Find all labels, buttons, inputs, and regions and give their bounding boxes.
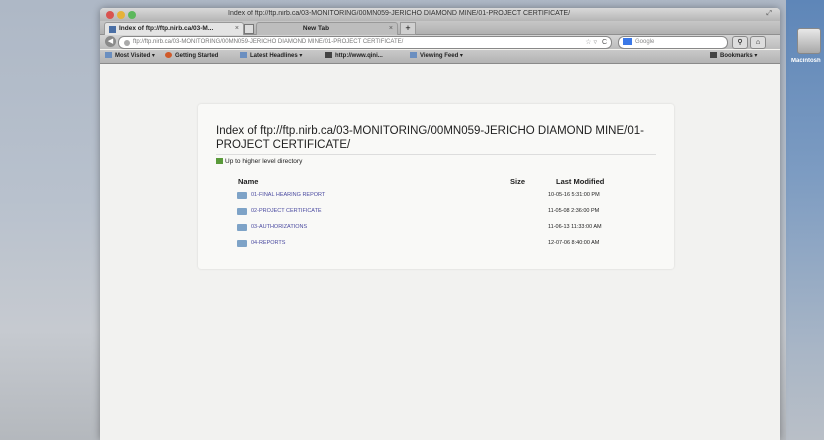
up-directory-link[interactable]: Up to higher level directory <box>216 158 302 165</box>
column-header-size: Size <box>510 177 526 186</box>
close-window-button[interactable] <box>106 11 114 19</box>
bookmarks-toolbar: Most Visited ▾ Getting Started Latest He… <box>100 50 780 64</box>
folder-link[interactable]: 04-REPORTS <box>251 240 285 246</box>
bookmark-latest-headlines[interactable]: Latest Headlines ▾ <box>240 50 302 63</box>
last-modified-value: 11-06-13 11:33:00 AM <box>548 224 602 230</box>
site-identity-icon[interactable] <box>124 39 130 46</box>
page-favicon-icon <box>109 25 116 33</box>
reload-icon[interactable]: C <box>602 37 607 48</box>
folder-link[interactable]: 03-AUTHORIZATIONS <box>251 224 307 230</box>
up-directory-icon <box>216 158 223 165</box>
bookmark-qini[interactable]: http://www.qini... <box>325 50 383 63</box>
folder-link[interactable]: 02-PROJECT CERTIFICATE <box>251 208 322 214</box>
google-icon[interactable] <box>623 37 632 45</box>
tab-label: Index of ftp://ftp.nirb.ca/03-M... <box>119 25 214 32</box>
blank-favicon-icon <box>244 24 254 34</box>
table-row: 02-PROJECT CERTIFICATE 11-05-08 2:36:00 … <box>198 207 674 219</box>
close-tab-icon[interactable]: × <box>389 23 393 35</box>
tab-ftp-index[interactable]: Index of ftp://ftp.nirb.ca/03-M... × <box>104 22 244 35</box>
bookmark-label: Most Visited ▾ <box>115 53 155 59</box>
folder-icon[interactable] <box>237 192 247 199</box>
table-row: 01-FINAL HEARING REPORT 10-05-16 5:31:00… <box>198 191 674 203</box>
bookmark-star-icon[interactable]: ☆ ▿ <box>585 37 597 48</box>
bookmark-label: Viewing Feed ▾ <box>420 53 463 59</box>
tab-bar: Index of ftp://ftp.nirb.ca/03-M... × New… <box>100 21 780 35</box>
title-bar[interactable]: Index of ftp://ftp.nirb.ca/03-MONITORING… <box>100 8 780 21</box>
new-tab-button[interactable]: + <box>400 22 416 35</box>
folder-icon[interactable] <box>237 224 247 231</box>
column-header-last-modified: Last Modified <box>556 177 605 186</box>
zoom-window-button[interactable] <box>128 11 136 19</box>
folder-icon[interactable] <box>237 208 247 215</box>
close-tab-icon[interactable]: × <box>235 23 239 35</box>
bookmarks-icon <box>710 52 717 59</box>
directory-listing-panel: Index of ftp://ftp.nirb.ca/03-MONITORING… <box>198 104 674 269</box>
desktop-background <box>786 0 824 440</box>
bookmark-viewing-feed[interactable]: Viewing Feed ▾ <box>410 50 463 63</box>
bookmark-most-visited[interactable]: Most Visited ▾ <box>105 50 155 63</box>
fullscreen-icon[interactable]: ⤢ <box>766 10 772 18</box>
bookmark-label: Latest Headlines ▾ <box>250 53 303 59</box>
search-placeholder: Google <box>635 39 655 45</box>
rss-folder-icon <box>410 52 417 59</box>
bookmarks-menu[interactable]: Bookmarks ▾ <box>710 50 757 63</box>
window-title: Index of ftp://ftp.nirb.ca/03-MONITORING… <box>228 10 571 17</box>
firefox-icon <box>165 52 172 59</box>
search-input[interactable]: Google <box>618 36 728 49</box>
navigation-bar: ◀ ftp://ftp.nirb.ca/03-MONITORING/00MN05… <box>100 35 780 49</box>
back-button[interactable]: ◀ <box>105 36 116 47</box>
minimize-window-button[interactable] <box>117 11 125 19</box>
browser-window: Index of ftp://ftp.nirb.ca/03-MONITORING… <box>100 8 780 440</box>
table-row: 03-AUTHORIZATIONS 11-06-13 11:33:00 AM <box>198 223 674 235</box>
last-modified-value: 11-05-08 2:36:00 PM <box>548 208 600 214</box>
hard-drive-icon[interactable] <box>797 28 821 54</box>
bookmark-label: Getting Started <box>175 53 219 59</box>
url-text[interactable]: ftp://ftp.nirb.ca/03-MONITORING/00MN059-… <box>133 37 553 48</box>
search-icon[interactable]: ⚲ <box>732 36 748 49</box>
column-header-name: Name <box>238 177 259 186</box>
url-bar[interactable]: ftp://ftp.nirb.ca/03-MONITORING/00MN059-… <box>118 36 612 49</box>
folder-icon <box>105 52 112 59</box>
bookmark-getting-started[interactable]: Getting Started <box>165 50 218 63</box>
folder-icon[interactable] <box>237 240 247 247</box>
site-icon <box>325 52 332 59</box>
rss-folder-icon <box>240 52 247 59</box>
tab-label: New Tab <box>302 25 330 32</box>
bookmark-label: http://www.qini... <box>335 53 383 59</box>
last-modified-value: 10-05-16 5:31:00 PM <box>548 192 600 198</box>
last-modified-value: 12-07-06 8:40:00 AM <box>548 240 600 246</box>
bookmarks-menu-label: Bookmarks ▾ <box>720 53 758 59</box>
folder-link[interactable]: 01-FINAL HEARING REPORT <box>251 192 325 198</box>
home-icon[interactable]: ⌂ <box>750 36 766 49</box>
tab-new-tab[interactable]: New Tab × <box>256 22 398 35</box>
page-title: Index of ftp://ftp.nirb.ca/03-MONITORING… <box>216 124 656 155</box>
page-content: Index of ftp://ftp.nirb.ca/03-MONITORING… <box>100 64 780 440</box>
hard-drive-label: Macintosh <box>791 58 821 64</box>
table-row: 04-REPORTS 12-07-06 8:40:00 AM <box>198 239 674 251</box>
up-directory-label[interactable]: Up to higher level directory <box>225 158 302 165</box>
